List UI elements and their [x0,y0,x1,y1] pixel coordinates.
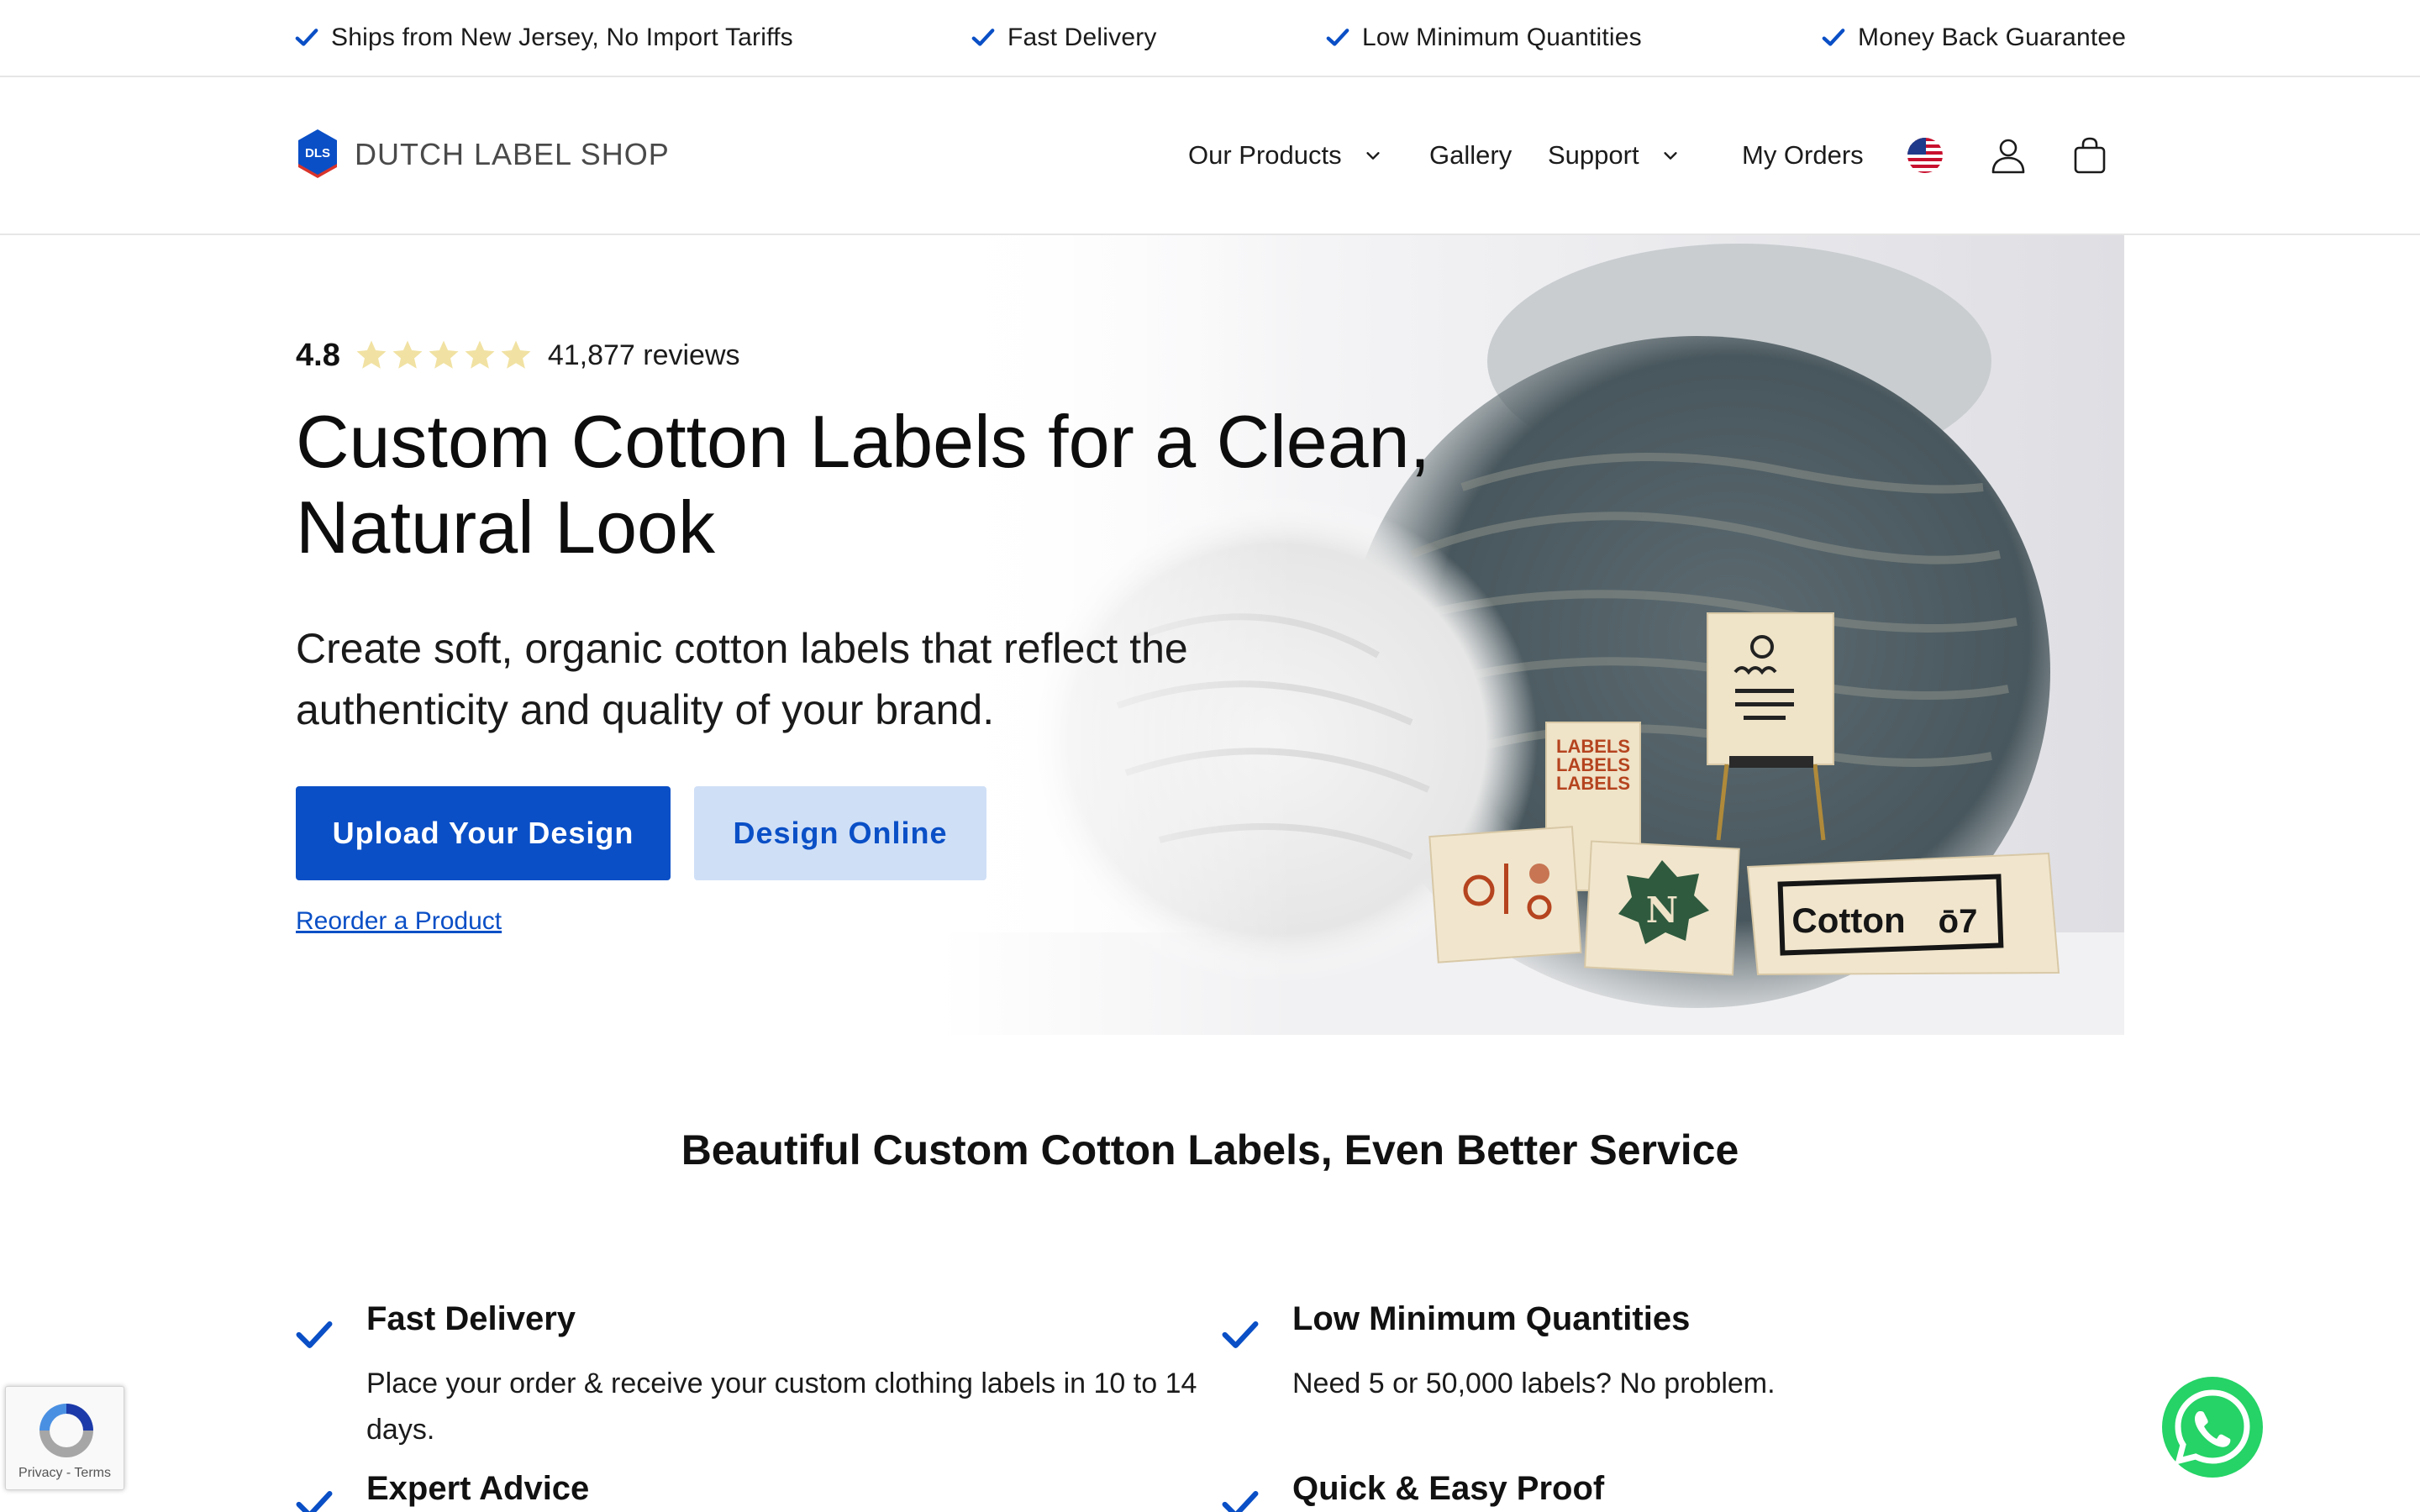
review-count: 41,877 reviews [547,339,740,371]
us-flag-icon[interactable] [1904,134,1946,176]
logo-link[interactable]: DLS DUTCH LABEL SHOP [296,128,670,181]
nav-label: Support [1548,140,1639,170]
nav-support[interactable]: Support [1548,77,1680,234]
recaptcha-links[interactable]: Privacy - Terms [6,1466,124,1481]
benefit-label: Money Back Guarantee [1858,24,2127,51]
feature-title: Quick & Easy Proof [1292,1470,1605,1507]
hero-subtitle: Create soft, organic cotton labels that … [296,625,1188,733]
rating-summary[interactable]: 4.8 41,877 reviews [296,334,740,376]
check-icon [971,29,995,46]
logo-mark: DLS [305,146,330,160]
page-title: Custom Cotton Labels for a Clean, Natura… [296,400,1431,569]
cotton-number: ō7 [1939,903,1978,940]
nav-our-products[interactable]: Our Products [1188,77,1382,234]
whatsapp-chat-button[interactable] [2160,1374,2265,1480]
feature-expert-advice: Expert Advice [296,1470,1170,1512]
check-icon [296,1491,333,1512]
star-icon [392,340,423,369]
upload-design-button[interactable]: Upload Your Design [296,786,671,880]
feature-title: Low Minimum Quantities [1292,1300,1691,1337]
check-icon [1222,1321,1259,1348]
star-icon [501,340,531,369]
check-icon [295,29,318,46]
star-rating [354,338,534,373]
nav-label: My Orders [1742,140,1864,170]
nav-my-orders[interactable]: My Orders [1742,77,1864,234]
feature-text: Place your order & receive your custom c… [366,1368,1197,1446]
benefit-low-minimum: Low Minimum Quantities [1325,0,1642,76]
recaptcha-badge[interactable]: Privacy - Terms [5,1386,124,1490]
benefit-fast-delivery: Fast Delivery [971,0,1157,76]
nav-gallery[interactable]: Gallery [1429,77,1512,234]
recaptcha-icon [39,1404,93,1457]
cotton-word: Cotton [1791,900,1905,940]
star-icon [465,340,495,369]
labels-line-3: LABELS [1556,773,1630,794]
chevron-down-icon [1663,152,1677,160]
benefit-label: Fast Delivery [1007,24,1157,51]
check-icon [1822,29,1845,46]
benefit-money-back: Money Back Guarantee [1821,0,2126,76]
site-header: DLS DUTCH LABEL SHOP Our Products Galler… [0,77,2420,235]
feature-title: Fast Delivery [366,1300,576,1337]
hero-tag-n: N [1584,840,1740,976]
benefit-label: Ships from New Jersey, No Import Tariffs [331,24,793,51]
check-icon [1222,1491,1259,1512]
user-icon[interactable] [1987,134,2029,176]
star-icon [356,340,387,369]
dls-shield-logo-icon: DLS [298,129,337,178]
logo-text: DUTCH LABEL SHOP [355,137,670,171]
bag-graphic [2074,137,2106,174]
feature-quick-proof: Quick & Easy Proof [1222,1470,2096,1512]
hero-section: LABELS LABELS LABELS N Cotton ō7 4.8 41,… [0,235,2420,1035]
chevron-down-icon [1366,152,1380,160]
section-heading: Beautiful Custom Cotton Labels, Even Bet… [681,1126,1739,1173]
feature-title: Expert Advice [366,1470,590,1507]
benefit-ships-nj: Ships from New Jersey, No Import Tariffs [294,0,793,76]
user-graphic [1991,139,2025,174]
whatsapp-icon [2162,1377,2263,1478]
top-benefits-bar: Ships from New Jersey, No Import Tariffs… [0,0,2420,77]
nav-label: Our Products [1188,140,1342,170]
feature-text: Need 5 or 50,000 labels? No problem. [1292,1368,1776,1399]
hero-tag-icons [1428,826,1582,963]
nav-label: Gallery [1429,140,1512,170]
check-icon [296,1321,333,1348]
check-icon [1326,29,1349,46]
reorder-product-link[interactable]: Reorder a Product [296,907,502,936]
benefit-label: Low Minimum Quantities [1362,24,1642,51]
star-icon [429,340,459,369]
hero-tag-cotton: Cotton ō7 [1746,852,2060,976]
rating-score: 4.8 [296,337,340,373]
n-letter: N [1646,890,1678,931]
feature-fast-delivery: Fast Delivery Place your order & receive… [296,1300,1197,1460]
flag-graphic [1907,138,1943,173]
design-online-button[interactable]: Design Online [694,786,986,880]
shopping-bag-icon[interactable] [2069,134,2111,176]
feature-low-minimum: Low Minimum Quantities Need 5 or 50,000 … [1222,1300,2096,1401]
